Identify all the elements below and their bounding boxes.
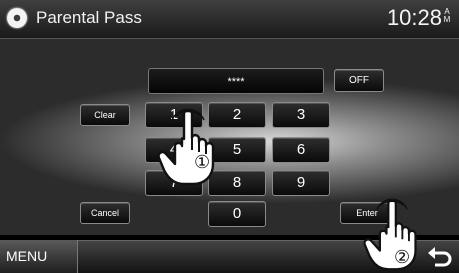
digit-3-button[interactable]: 3 (272, 102, 330, 128)
page-title: Parental Pass (36, 8, 142, 27)
digit-0-button[interactable]: 0 (208, 201, 266, 227)
return-icon[interactable] (426, 243, 454, 271)
off-button[interactable]: OFF (334, 69, 384, 92)
menu-button[interactable]: MENU (0, 240, 78, 273)
clock-time: 10:28 (386, 5, 442, 30)
step-2-marker: ② (394, 247, 411, 267)
header-bar: Parental Pass 10:28 A M (0, 0, 459, 39)
step-1-marker: ① (194, 152, 211, 172)
clock: 10:28 A M (387, 5, 451, 31)
cancel-button[interactable]: Cancel (80, 202, 130, 224)
disc-icon (7, 8, 27, 28)
hand-pointer-icon (158, 108, 215, 186)
digit-9-button[interactable]: 9 (272, 170, 330, 196)
parental-pass-screen: Parental Pass 10:28 A M **** OFF Clear 1 2… (0, 0, 459, 273)
clear-button[interactable]: Clear (80, 104, 130, 126)
passcode-display: **** (148, 68, 324, 94)
digit-6-button[interactable]: 6 (272, 137, 330, 163)
clock-ampm-m: M (443, 15, 451, 24)
hand-pointer-icon (363, 198, 417, 271)
clock-ampm: AM (443, 8, 451, 24)
